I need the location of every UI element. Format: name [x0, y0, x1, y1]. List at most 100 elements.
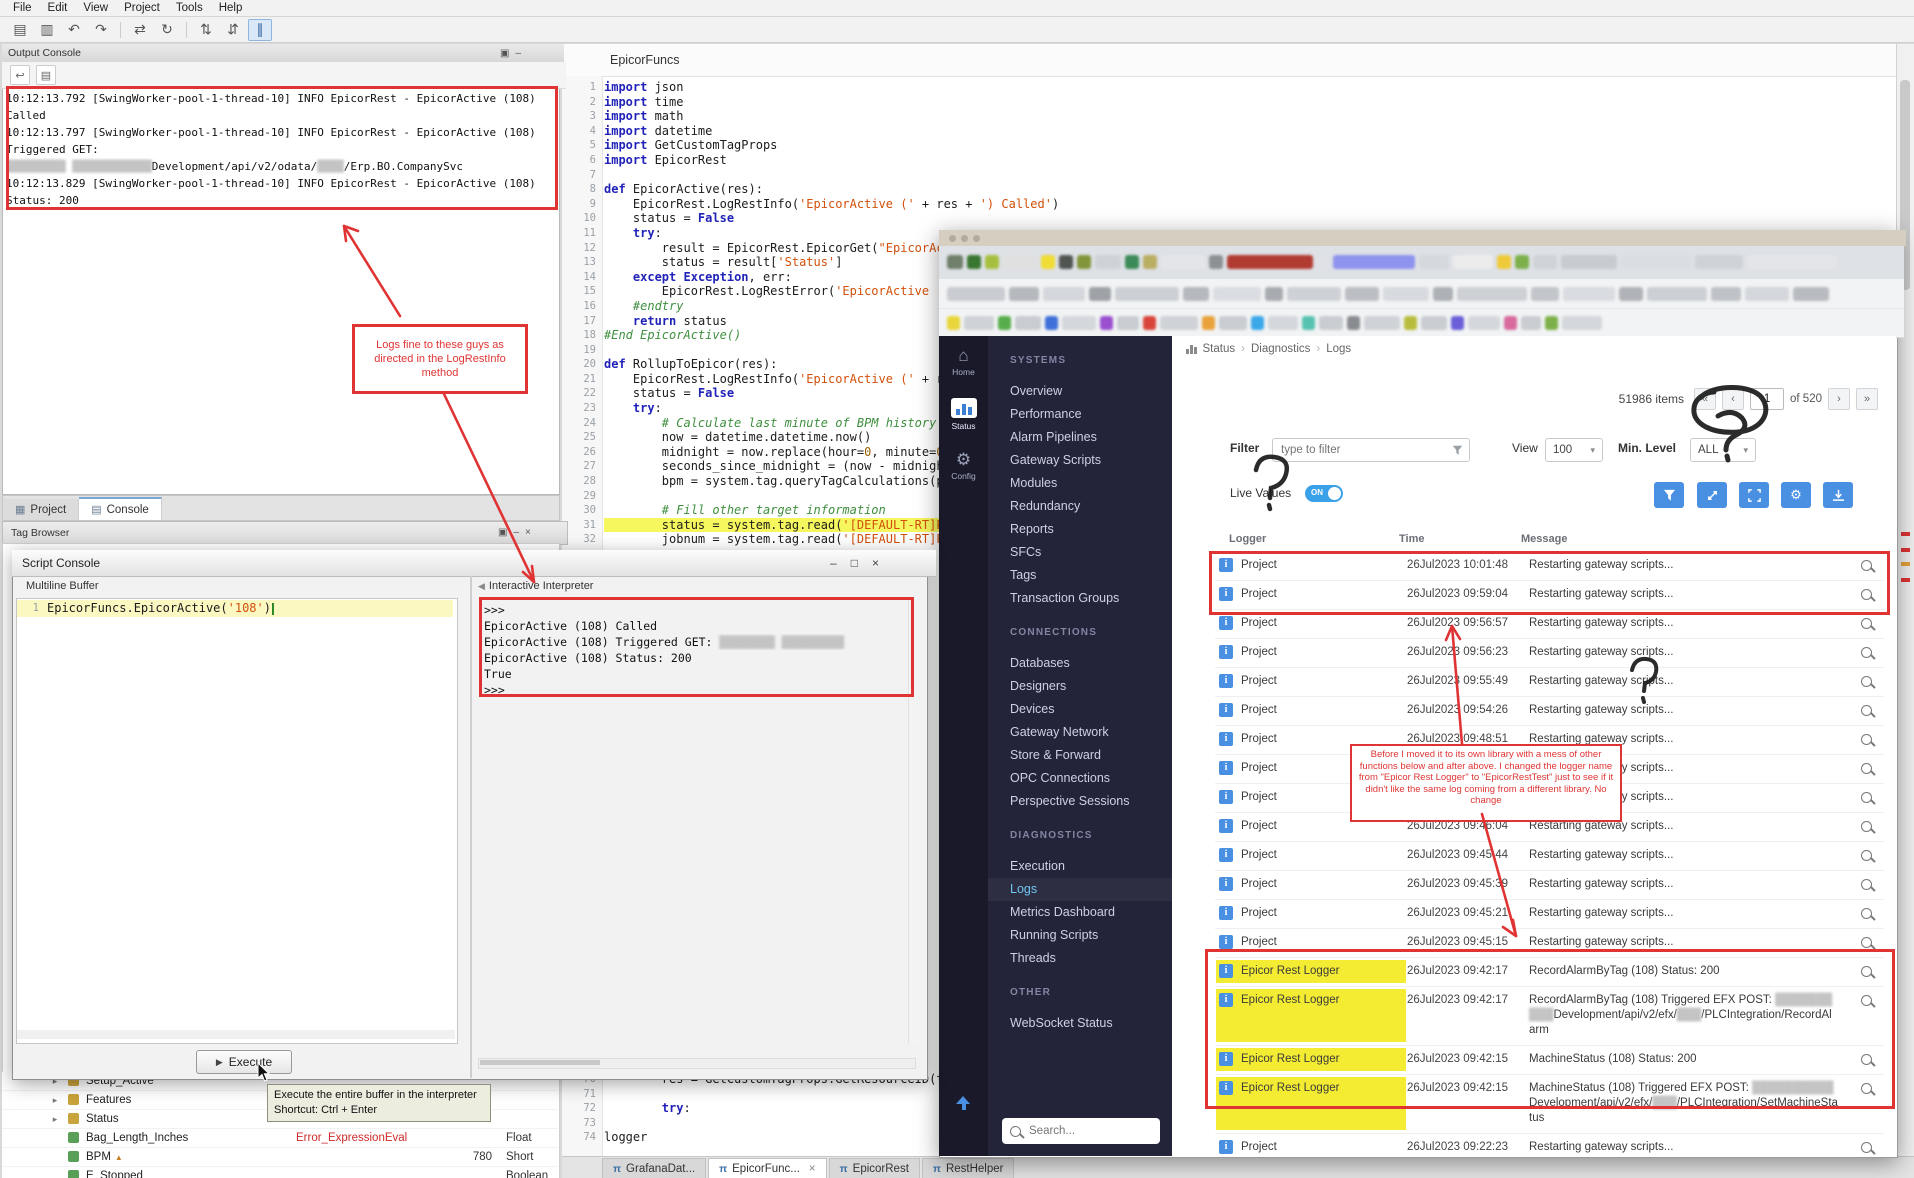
file-tab-resthelper[interactable]: π RestHelper — [921, 1158, 1015, 1178]
collapse-icon[interactable]: ◀ — [478, 581, 485, 591]
row-search-button[interactable] — [1848, 616, 1884, 631]
minimize-window-icon[interactable]: – — [830, 556, 837, 570]
nav-item-opc-connections[interactable]: OPC Connections — [988, 767, 1172, 790]
pane-splitter[interactable] — [470, 576, 472, 1078]
minimize-panel-icon[interactable]: – — [515, 48, 521, 59]
row-search-button[interactable] — [1848, 790, 1884, 805]
expand-arrow-icon[interactable] — [42, 1129, 68, 1147]
tag-row[interactable]: BPM ▲ 780 Short — [2, 1148, 558, 1167]
menu-edit[interactable]: Edit — [41, 2, 75, 14]
log-table-row[interactable]: i Project 26Jul2023 09:54:26 Restarting gat… — [1215, 697, 1884, 726]
minimize-panel-icon[interactable]: – — [513, 527, 519, 538]
log-table-row[interactable]: i Project 26Jul2023 09:22:23 Restarting gat… — [1215, 1134, 1884, 1156]
row-search-button[interactable] — [1848, 558, 1884, 573]
menu-help[interactable]: Help — [212, 2, 250, 14]
nav-item-logs[interactable]: Logs — [988, 878, 1172, 901]
nav-item-transaction-groups[interactable]: Transaction Groups — [988, 587, 1172, 610]
row-search-button[interactable] — [1848, 674, 1884, 689]
menu-file[interactable]: File — [6, 2, 39, 14]
view-dropdown[interactable]: 100 ▾ — [1545, 438, 1603, 462]
nav-item-devices[interactable]: Devices — [988, 698, 1172, 721]
nav-item-overview[interactable]: Overview — [988, 380, 1172, 403]
fullscreen-button[interactable] — [1739, 482, 1769, 508]
close-panel-icon[interactable]: × — [525, 527, 531, 538]
buffer-lines[interactable]: 1 EpicorFuncs.EpicorActive('108') — [17, 600, 453, 617]
breadcrumb-diagnostics[interactable]: Diagnostics — [1251, 343, 1310, 355]
row-search-button[interactable] — [1848, 819, 1884, 834]
clear-console-icon[interactable]: ▤ — [36, 65, 56, 85]
nav-item-running-scripts[interactable]: Running Scripts — [988, 924, 1172, 947]
buffer-line[interactable]: 1 EpicorFuncs.EpicorActive('108') — [17, 600, 453, 617]
prev-page-button[interactable]: ‹ — [1722, 388, 1745, 410]
log-table-row[interactable]: i Project 26Jul2023 09:45:21 Restarting gat… — [1215, 900, 1884, 929]
nav-item-store-forward[interactable]: Store & Forward — [988, 744, 1172, 767]
sort-up-icon[interactable]: ⇅ — [194, 19, 218, 41]
rail-item-config[interactable]: ⚙ Config — [939, 440, 988, 492]
columns-icon[interactable]: ∥ — [248, 18, 272, 41]
close-tab-icon[interactable]: × — [809, 1163, 816, 1175]
rail-item-home[interactable]: ⌂ Home — [939, 336, 988, 388]
log-table-row[interactable]: i Epicor Rest Logger 26Jul2023 09:42:15 Mac… — [1215, 1046, 1884, 1075]
menu-project[interactable]: Project — [117, 2, 167, 14]
filter-field[interactable] — [1272, 438, 1470, 462]
next-page-button[interactable]: › — [1828, 388, 1850, 410]
tag-row[interactable]: E_Stopped Boolean — [2, 1167, 558, 1178]
nav-item-redundancy[interactable]: Redundancy — [988, 495, 1172, 518]
column-header-time[interactable]: Time — [1399, 533, 1521, 545]
log-table-row[interactable]: i Project 26Jul2023 09:45:15 Restarting gat… — [1215, 929, 1884, 958]
tag-row[interactable]: Bag_Length_Inches Error_ExpressionEval Flo… — [2, 1129, 558, 1148]
file-tab-epicorfunc[interactable]: π EpicorFunc... × — [708, 1158, 827, 1178]
undo-icon[interactable]: ↶ — [62, 19, 86, 41]
menu-tools[interactable]: Tools — [169, 2, 210, 14]
row-search-button[interactable] — [1848, 732, 1884, 747]
page-input[interactable] — [1750, 388, 1785, 410]
code-lines-fragment[interactable]: 70 res = GetCustomTagProps.GetResourceID… — [562, 1072, 994, 1145]
log-table-row[interactable]: i Project 26Jul2023 09:56:23 Restarting gat… — [1215, 639, 1884, 668]
row-search-button[interactable] — [1848, 993, 1884, 1038]
row-search-button[interactable] — [1848, 848, 1884, 863]
interpreter-output[interactable]: >>> EpicorActive (108) Called EpicorActive… — [484, 602, 904, 698]
search-input[interactable] — [1027, 1124, 1141, 1138]
column-header-logger[interactable]: Logger — [1229, 533, 1399, 545]
maximize-window-icon[interactable]: □ — [851, 556, 858, 570]
filter-button[interactable] — [1654, 482, 1684, 508]
refresh-icon[interactable]: ↻ — [155, 19, 179, 41]
nav-item-threads[interactable]: Threads — [988, 947, 1172, 970]
dock-tab-project[interactable]: ▦ Project — [3, 499, 80, 520]
buffer-editor[interactable] — [16, 598, 458, 1044]
row-search-button[interactable] — [1848, 703, 1884, 718]
nav-item-gateway-scripts[interactable]: Gateway Scripts — [988, 449, 1172, 472]
save-all-icon[interactable]: ▥ — [35, 19, 59, 41]
row-search-button[interactable] — [1848, 877, 1884, 892]
expand-arrow-icon[interactable] — [42, 1148, 68, 1167]
nav-item-execution[interactable]: Execution — [988, 855, 1172, 878]
nav-item-alarm-pipelines[interactable]: Alarm Pipelines — [988, 426, 1172, 449]
log-table-row[interactable]: i Project 26Jul2023 09:45:44 Restarting gat… — [1215, 842, 1884, 871]
interpreter-hscrollbar-thumb[interactable] — [480, 1060, 600, 1065]
log-table-row[interactable]: i Project 26Jul2023 09:56:57 Restarting gat… — [1215, 610, 1884, 639]
execute-button[interactable]: ▶ Execute — [196, 1050, 292, 1074]
breadcrumb-status[interactable]: Status — [1203, 343, 1236, 355]
column-header-message[interactable]: Message — [1521, 533, 1848, 545]
row-search-button[interactable] — [1848, 587, 1884, 602]
nav-item-metrics-dashboard[interactable]: Metrics Dashboard — [988, 901, 1172, 924]
first-page-button[interactable]: « — [1694, 388, 1717, 410]
sort-down-icon[interactable]: ⇵ — [221, 19, 245, 41]
log-table-row[interactable]: i Epicor Rest Logger 26Jul2023 09:42:17 Rec… — [1215, 987, 1884, 1046]
last-page-button[interactable]: » — [1856, 388, 1878, 410]
row-search-button[interactable] — [1848, 1140, 1884, 1155]
expand-button[interactable] — [1697, 482, 1727, 508]
log-table-row[interactable]: i Project 26Jul2023 09:59:04 Restarting gat… — [1215, 581, 1884, 610]
settings-button[interactable]: ⚙ — [1781, 482, 1811, 508]
gateway-search[interactable] — [1002, 1118, 1160, 1144]
nav-item-reports[interactable]: Reports — [988, 518, 1172, 541]
file-tab-grafanadat[interactable]: π GrafanaDat... — [602, 1158, 707, 1178]
nav-item-designers[interactable]: Designers — [988, 675, 1172, 698]
float-panel-icon[interactable]: ▣ — [498, 527, 507, 538]
log-table-row[interactable]: i Epicor Rest Logger 26Jul2023 09:42:15 Mac… — [1215, 1075, 1884, 1134]
float-panel-icon[interactable]: ▣ — [500, 48, 509, 59]
scroll-to-top-button[interactable] — [956, 1096, 972, 1112]
redo-icon[interactable]: ↷ — [89, 19, 113, 41]
nav-item-tags[interactable]: Tags — [988, 564, 1172, 587]
nav-item-databases[interactable]: Databases — [988, 652, 1172, 675]
